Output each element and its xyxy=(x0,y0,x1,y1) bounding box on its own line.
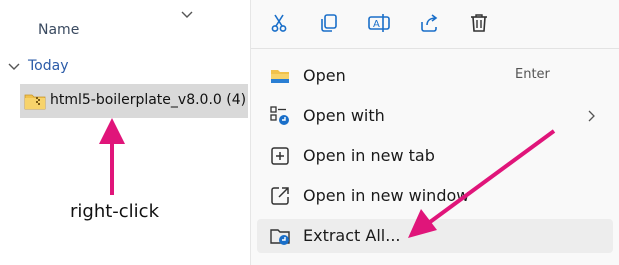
name-column-header[interactable]: Name xyxy=(38,22,79,38)
cut-button[interactable] xyxy=(263,10,295,36)
menu-item-extract-all[interactable]: Extract All... xyxy=(257,219,613,253)
copy-icon xyxy=(321,14,337,32)
svg-text:A: A xyxy=(373,19,380,30)
open-with-icon xyxy=(270,106,289,125)
chevron-down-icon[interactable] xyxy=(8,62,20,72)
delete-button[interactable] xyxy=(463,10,495,36)
menu-item-label: Open xyxy=(303,66,346,85)
new-window-icon xyxy=(271,187,289,205)
menu-item-label: Open in new tab xyxy=(303,146,435,165)
menu-separator xyxy=(251,48,619,49)
menu-item-open-new-window[interactable]: Open in new window xyxy=(257,179,613,213)
share-icon xyxy=(421,14,438,32)
chevron-down-icon[interactable] xyxy=(180,10,194,20)
group-label: Today xyxy=(28,58,69,74)
trash-icon xyxy=(471,14,487,32)
menu-item-open[interactable]: Open Enter xyxy=(257,59,613,93)
menu-item-label: Extract All... xyxy=(303,226,401,245)
menu-item-label: Open with xyxy=(303,106,385,125)
context-menu: A Open Enter Open with Open in new tab O… xyxy=(250,0,619,265)
annotation-label: right-click xyxy=(70,201,160,222)
new-tab-icon xyxy=(271,147,289,165)
menu-item-open-with[interactable]: Open with xyxy=(257,99,613,133)
chevron-right-icon xyxy=(588,110,595,122)
share-button[interactable] xyxy=(413,10,445,36)
copy-button[interactable] xyxy=(313,10,345,36)
menu-item-open-new-tab[interactable]: Open in new tab xyxy=(257,139,613,173)
zip-folder-icon xyxy=(24,94,46,110)
folder-icon xyxy=(271,70,289,83)
file-name: html5-boilerplate_v8.0.0 (4) xyxy=(50,92,247,108)
rename-icon: A xyxy=(368,14,390,32)
menu-item-label: Open in new window xyxy=(303,186,470,205)
extract-icon xyxy=(270,229,290,245)
file-explorer-pane: Name Today html5-boilerplate_v8.0.0 (4) … xyxy=(0,0,250,265)
menu-item-shortcut: Enter xyxy=(515,67,550,82)
rename-button[interactable]: A xyxy=(363,10,395,36)
scissors-icon xyxy=(271,14,287,32)
file-row-selected[interactable]: html5-boilerplate_v8.0.0 (4) xyxy=(20,84,248,118)
